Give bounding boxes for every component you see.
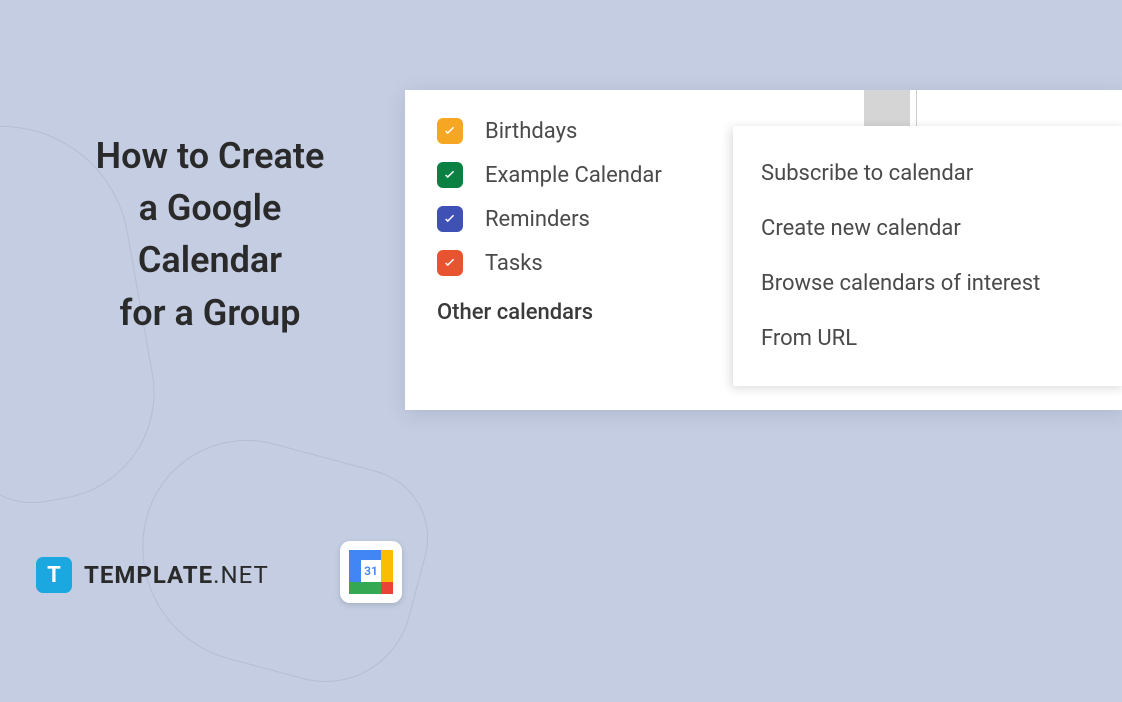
calendar-label: Example Calendar [485,163,662,188]
page-title: How to Create a Google Calendar for a Gr… [30,130,390,339]
checkbox-checked-icon[interactable] [437,206,463,232]
calendar-app-screenshot: Birthdays Example Calendar Reminders Tas… [405,90,1122,410]
menu-item-subscribe[interactable]: Subscribe to calendar [733,146,1122,201]
menu-item-create-new[interactable]: Create new calendar [733,201,1122,256]
checkbox-checked-icon[interactable] [437,250,463,276]
calendar-label: Reminders [485,207,590,232]
icon-letter: T [47,563,61,588]
checkbox-checked-icon[interactable] [437,118,463,144]
title-line: for a Group [30,287,390,339]
brand-name: TEMPLATE [84,561,213,589]
add-calendar-button-hover[interactable] [864,90,910,126]
title-line: How to Create [30,130,390,182]
title-line: a Google [30,182,390,234]
template-t-icon: T [36,557,72,593]
checkbox-checked-icon[interactable] [437,162,463,188]
title-line: Calendar [30,234,390,286]
calendar-label: Tasks [485,251,543,276]
brand-text: TEMPLATE.NET [84,561,269,589]
calendar-label: Birthdays [485,119,577,144]
calendar-day-number: 31 [361,560,381,582]
brand-suffix: .NET [213,561,269,589]
google-calendar-icon: 31 [340,541,402,603]
heading-panel: How to Create a Google Calendar for a Gr… [30,130,390,339]
add-calendar-dropdown: Subscribe to calendar Create new calenda… [733,126,1122,386]
brand-logo: T TEMPLATE.NET [36,557,269,593]
menu-item-browse[interactable]: Browse calendars of interest [733,256,1122,311]
menu-item-from-url[interactable]: From URL [733,311,1122,366]
divider [916,90,917,126]
